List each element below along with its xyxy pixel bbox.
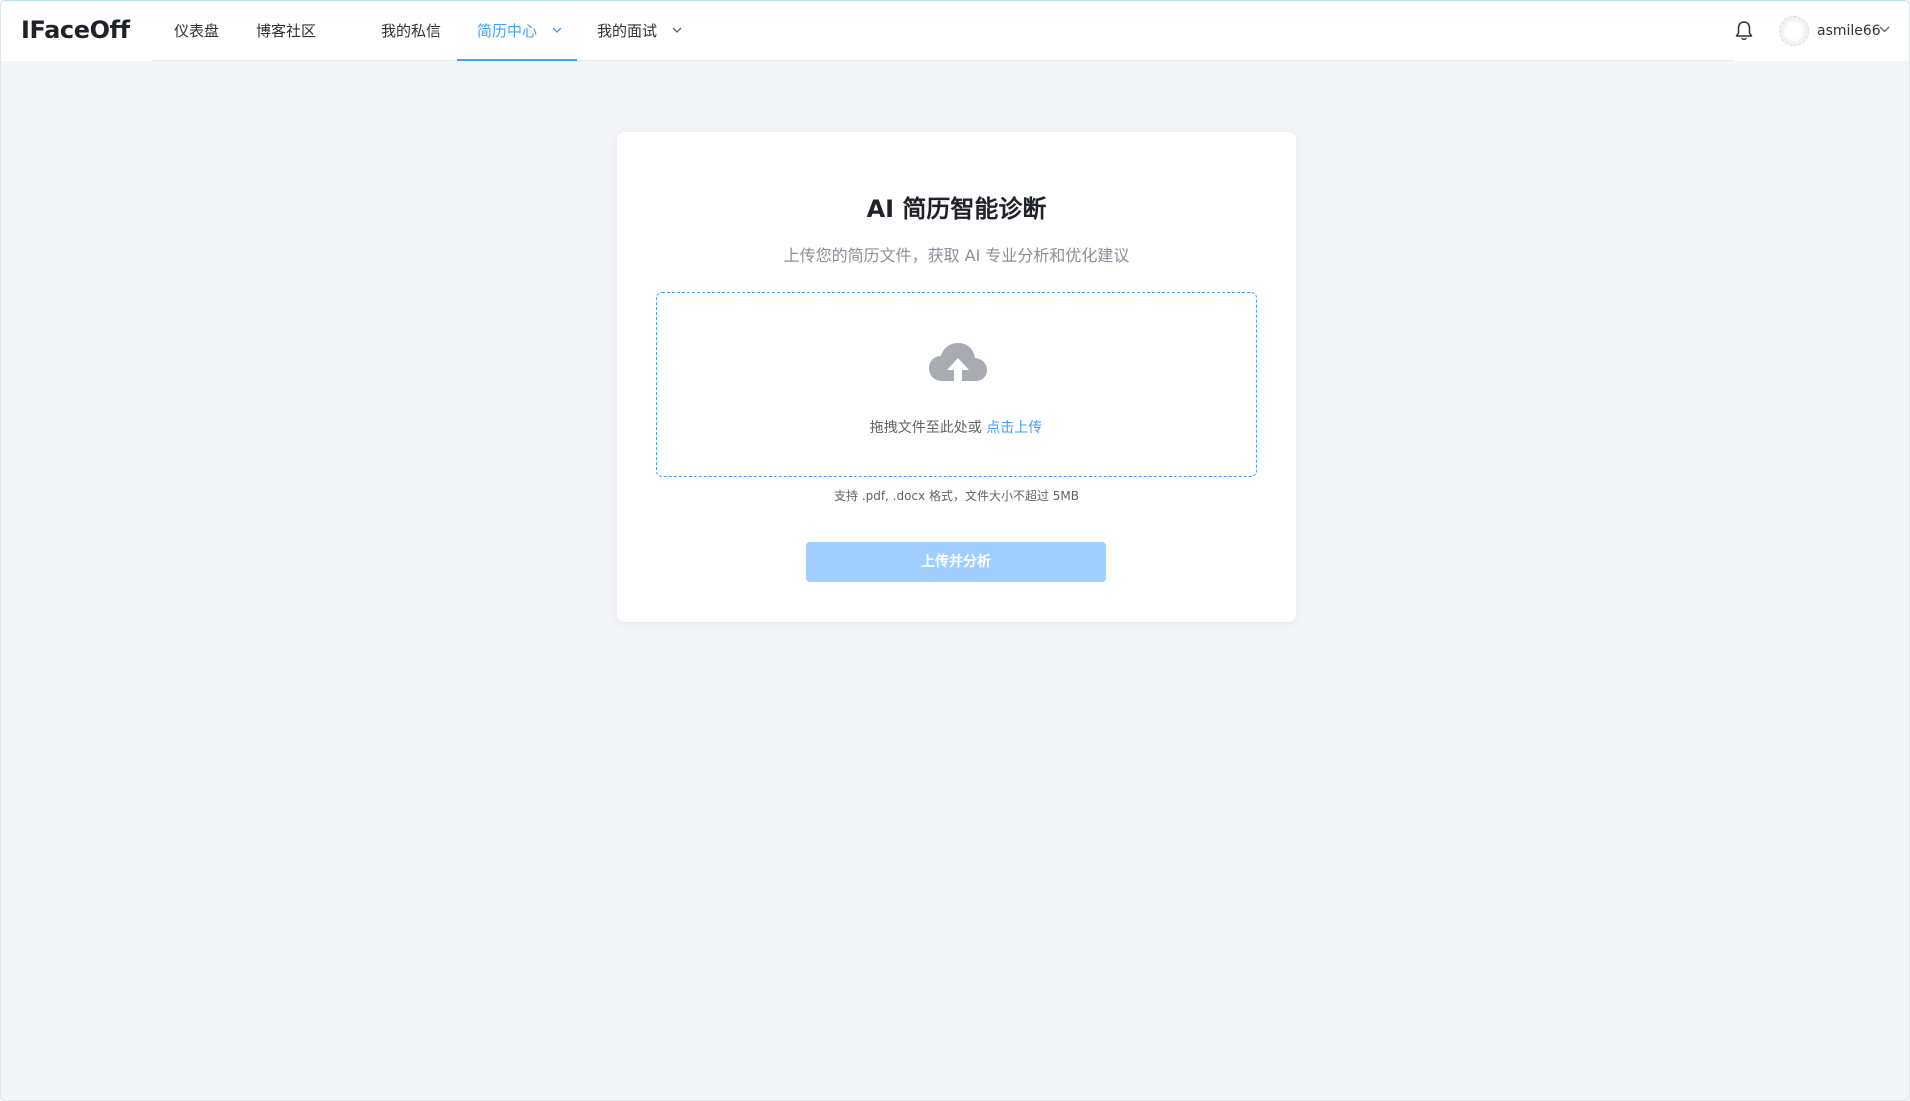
page-subtitle: 上传您的简历文件，获取 AI 专业分析和优化建议 [783, 246, 1130, 265]
chevron-down-icon[interactable] [1879, 26, 1890, 33]
chevron-down-icon [672, 27, 682, 33]
nav-item-resume-center[interactable]: 简历中心 [457, 1, 577, 61]
app-logo[interactable]: IFaceOff [21, 16, 130, 44]
upload-and-analyze-button[interactable]: 上传并分析 [806, 542, 1106, 582]
click-upload-link[interactable]: 点击上传 [986, 420, 1042, 436]
file-format-hint: 支持 .pdf, .docx 格式，文件大小不超过 5MB [833, 489, 1080, 503]
resume-diagnosis-card: AI 简历智能诊断 上传您的简历文件，获取 AI 专业分析和优化建议 拖拽文件至… [617, 132, 1296, 622]
app-window: IFaceOff 仪表盘 博客社区 我的私信 简历中心 我的面试 asmile6… [0, 0, 1910, 1101]
file-dropzone[interactable]: 拖拽文件至此处或 点击上传 [656, 292, 1257, 477]
nav-item-messages[interactable]: 我的私信 [381, 1, 441, 61]
chevron-down-icon [552, 27, 562, 33]
nav-item-label: 简历中心 [477, 22, 538, 40]
nav-item-label: 我的私信 [381, 22, 442, 40]
top-navbar: IFaceOff 仪表盘 博客社区 我的私信 简历中心 我的面试 asmile6… [1, 1, 1909, 61]
bell-icon[interactable] [1734, 20, 1754, 42]
dropzone-instruction: 拖拽文件至此处或 [869, 420, 982, 436]
username[interactable]: asmile66 [1817, 1, 1881, 61]
nav-item-label: 仪表盘 [174, 22, 220, 40]
avatar[interactable] [1779, 16, 1809, 46]
cloud-upload-icon [929, 343, 987, 381]
nav-item-dashboard[interactable]: 仪表盘 [174, 1, 219, 61]
dropzone-text: 拖拽文件至此处或 点击上传 [657, 417, 1255, 437]
nav-item-blog-community[interactable]: 博客社区 [256, 1, 316, 61]
page-title: AI 简历智能诊断 [866, 195, 1047, 223]
nav-item-my-interviews[interactable]: 我的面试 [597, 1, 682, 61]
nav-item-label: 我的面试 [597, 22, 658, 40]
nav-item-label: 博客社区 [256, 22, 317, 40]
